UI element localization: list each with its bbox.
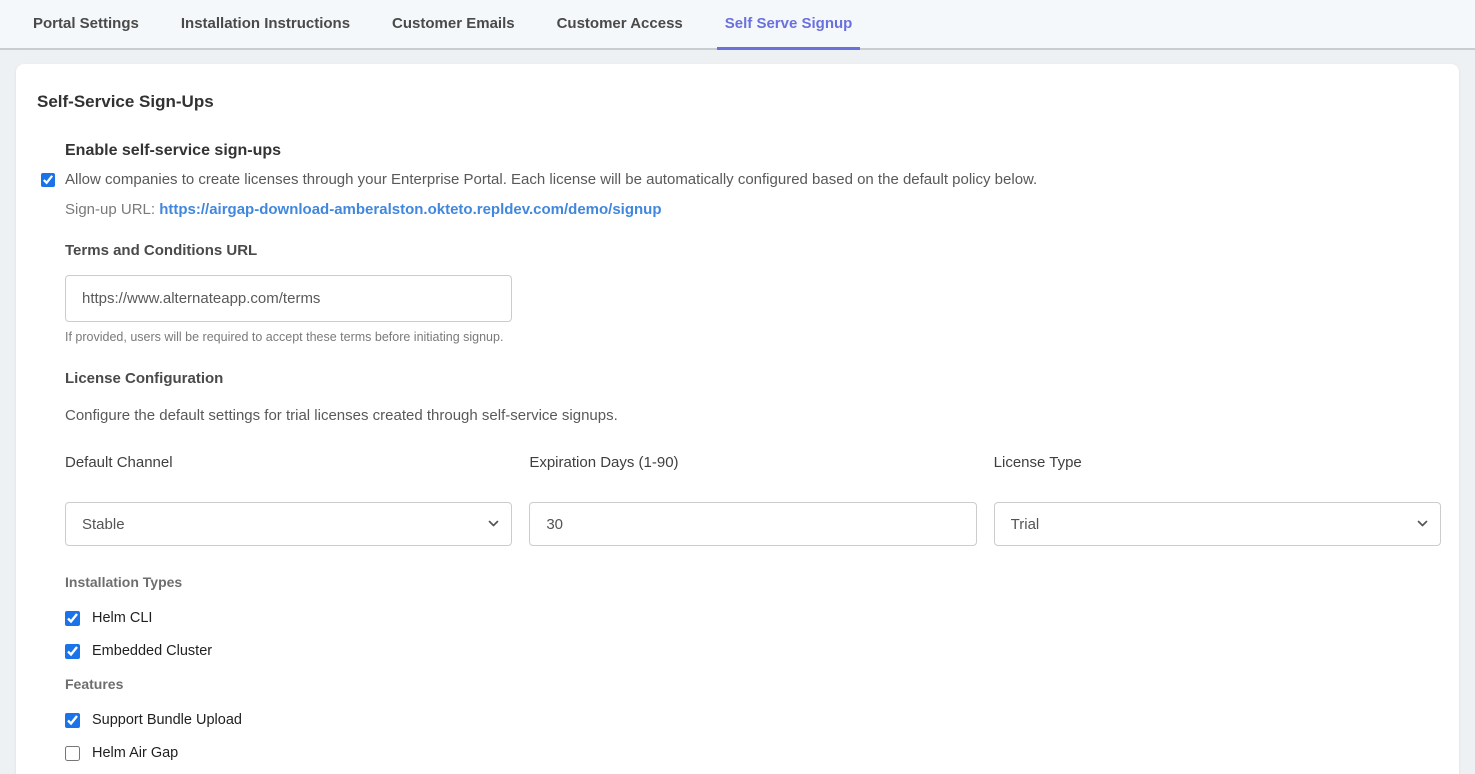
embedded-cluster-checkbox[interactable] <box>65 644 80 659</box>
license-type-label: License Type <box>994 454 1441 471</box>
tab-self-serve-signup[interactable]: Self Serve Signup <box>717 0 861 50</box>
license-config-description: Configure the default settings for trial… <box>65 407 1438 424</box>
helm-cli-checkbox[interactable] <box>65 611 80 626</box>
expiration-days-input[interactable] <box>529 502 976 546</box>
license-config-heading: License Configuration <box>65 370 1438 387</box>
default-channel-select[interactable]: Stable <box>65 502 512 546</box>
features-heading: Features <box>65 676 1438 692</box>
helm-air-gap-checkbox[interactable] <box>65 746 80 761</box>
enable-signups-checkbox[interactable] <box>41 173 55 187</box>
support-bundle-upload-option[interactable]: Support Bundle Upload <box>65 712 1438 728</box>
embedded-cluster-label: Embedded Cluster <box>92 643 212 659</box>
support-bundle-upload-checkbox[interactable] <box>65 713 80 728</box>
enable-signups-heading: Enable self-service sign-ups <box>65 142 1438 160</box>
settings-tabbar: Portal Settings Installation Instruction… <box>0 0 1475 50</box>
helm-cli-label: Helm CLI <box>92 610 152 626</box>
terms-url-input[interactable] <box>65 275 512 322</box>
helm-air-gap-option[interactable]: Helm Air Gap <box>65 745 1438 761</box>
helm-cli-option[interactable]: Helm CLI <box>65 610 1438 626</box>
support-bundle-upload-label: Support Bundle Upload <box>92 712 242 728</box>
tab-portal-settings[interactable]: Portal Settings <box>25 0 147 50</box>
expiration-days-label: Expiration Days (1-90) <box>529 454 976 471</box>
self-serve-signup-panel: Self-Service Sign-Ups Enable self-servic… <box>16 64 1459 774</box>
license-type-select[interactable]: Trial <box>994 502 1441 546</box>
terms-url-helper: If provided, users will be required to a… <box>65 330 1438 344</box>
embedded-cluster-option[interactable]: Embedded Cluster <box>65 643 1438 659</box>
signup-url-label: Sign-up URL: <box>65 201 155 218</box>
default-channel-label: Default Channel <box>65 454 512 471</box>
signup-url-line: Sign-up URL: https://airgap-download-amb… <box>65 201 1438 218</box>
tab-installation-instructions[interactable]: Installation Instructions <box>173 0 358 50</box>
signup-url-link[interactable]: https://airgap-download-amberalston.okte… <box>159 201 661 218</box>
helm-air-gap-label: Helm Air Gap <box>92 745 178 761</box>
terms-url-label: Terms and Conditions URL <box>65 242 1438 259</box>
tab-customer-emails[interactable]: Customer Emails <box>384 0 523 50</box>
tab-customer-access[interactable]: Customer Access <box>549 0 691 50</box>
page-title: Self-Service Sign-Ups <box>37 92 1438 112</box>
enable-signups-description: Allow companies to create licenses throu… <box>65 171 1438 188</box>
installation-types-heading: Installation Types <box>65 574 1438 590</box>
